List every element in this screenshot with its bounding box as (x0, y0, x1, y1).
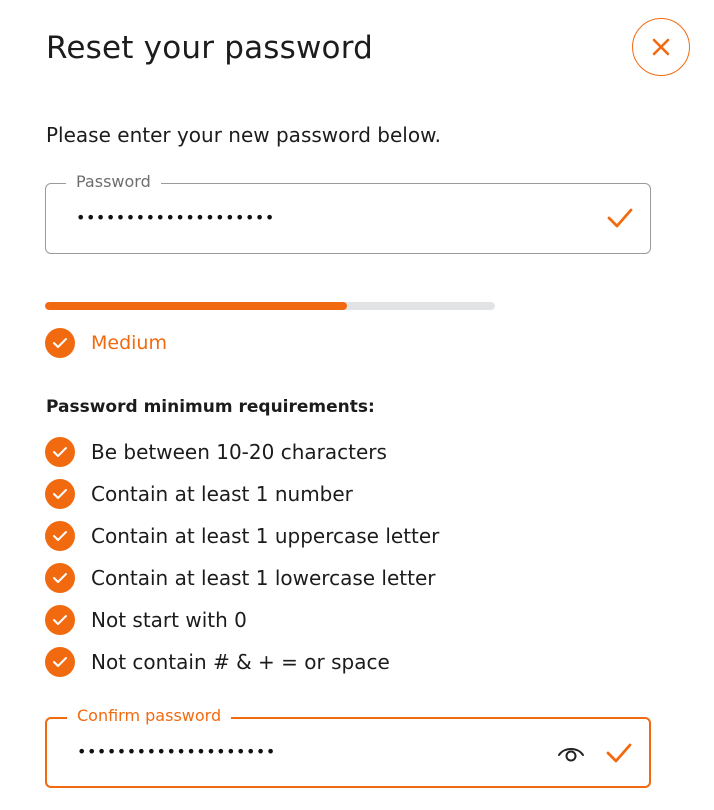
confirm-password-field[interactable]: Confirm password •••••••••••••••••••• (45, 706, 651, 788)
requirement-item: Not contain # & + = or space (45, 647, 439, 677)
close-button[interactable] (632, 18, 690, 76)
check-circle-icon (45, 647, 75, 677)
instructions-text: Please enter your new password below. (46, 123, 441, 147)
password-field-label: Password (66, 172, 161, 192)
requirement-text: Contain at least 1 lowercase letter (91, 566, 436, 590)
check-circle-icon (45, 328, 75, 358)
requirement-item: Not start with 0 (45, 605, 439, 635)
check-circle-icon (45, 563, 75, 593)
password-input[interactable]: •••••••••••••••••••• (76, 206, 275, 230)
requirement-text: Contain at least 1 number (91, 482, 353, 506)
password-field[interactable]: Password •••••••••••••••••••• (45, 172, 651, 254)
password-strength-label: Medium (91, 332, 167, 354)
check-circle-icon (45, 521, 75, 551)
requirement-text: Not contain # & + = or space (91, 650, 390, 674)
requirement-text: Not start with 0 (91, 608, 247, 632)
password-strength-bar (45, 302, 495, 310)
check-icon (606, 743, 632, 763)
password-strength-indicator: Medium (45, 328, 167, 358)
check-circle-icon (45, 479, 75, 509)
password-strength-fill (45, 302, 347, 310)
check-circle-icon (45, 605, 75, 635)
requirement-item: Contain at least 1 lowercase letter (45, 563, 439, 593)
requirement-item: Be between 10-20 characters (45, 437, 439, 467)
requirements-list: Be between 10-20 characters Contain at l… (45, 437, 439, 689)
confirm-password-field-label: Confirm password (67, 706, 232, 726)
requirement-item: Contain at least 1 uppercase letter (45, 521, 439, 551)
confirm-password-input[interactable]: •••••••••••••••••••• (77, 740, 276, 764)
page-title: Reset your password (46, 30, 373, 66)
requirement-item: Contain at least 1 number (45, 479, 439, 509)
close-icon (652, 38, 670, 56)
requirement-text: Contain at least 1 uppercase letter (91, 524, 440, 548)
requirement-text: Be between 10-20 characters (91, 440, 387, 464)
check-icon (607, 208, 633, 228)
eye-icon[interactable] (557, 741, 585, 765)
requirements-heading: Password minimum requirements: (46, 397, 375, 417)
check-circle-icon (45, 437, 75, 467)
